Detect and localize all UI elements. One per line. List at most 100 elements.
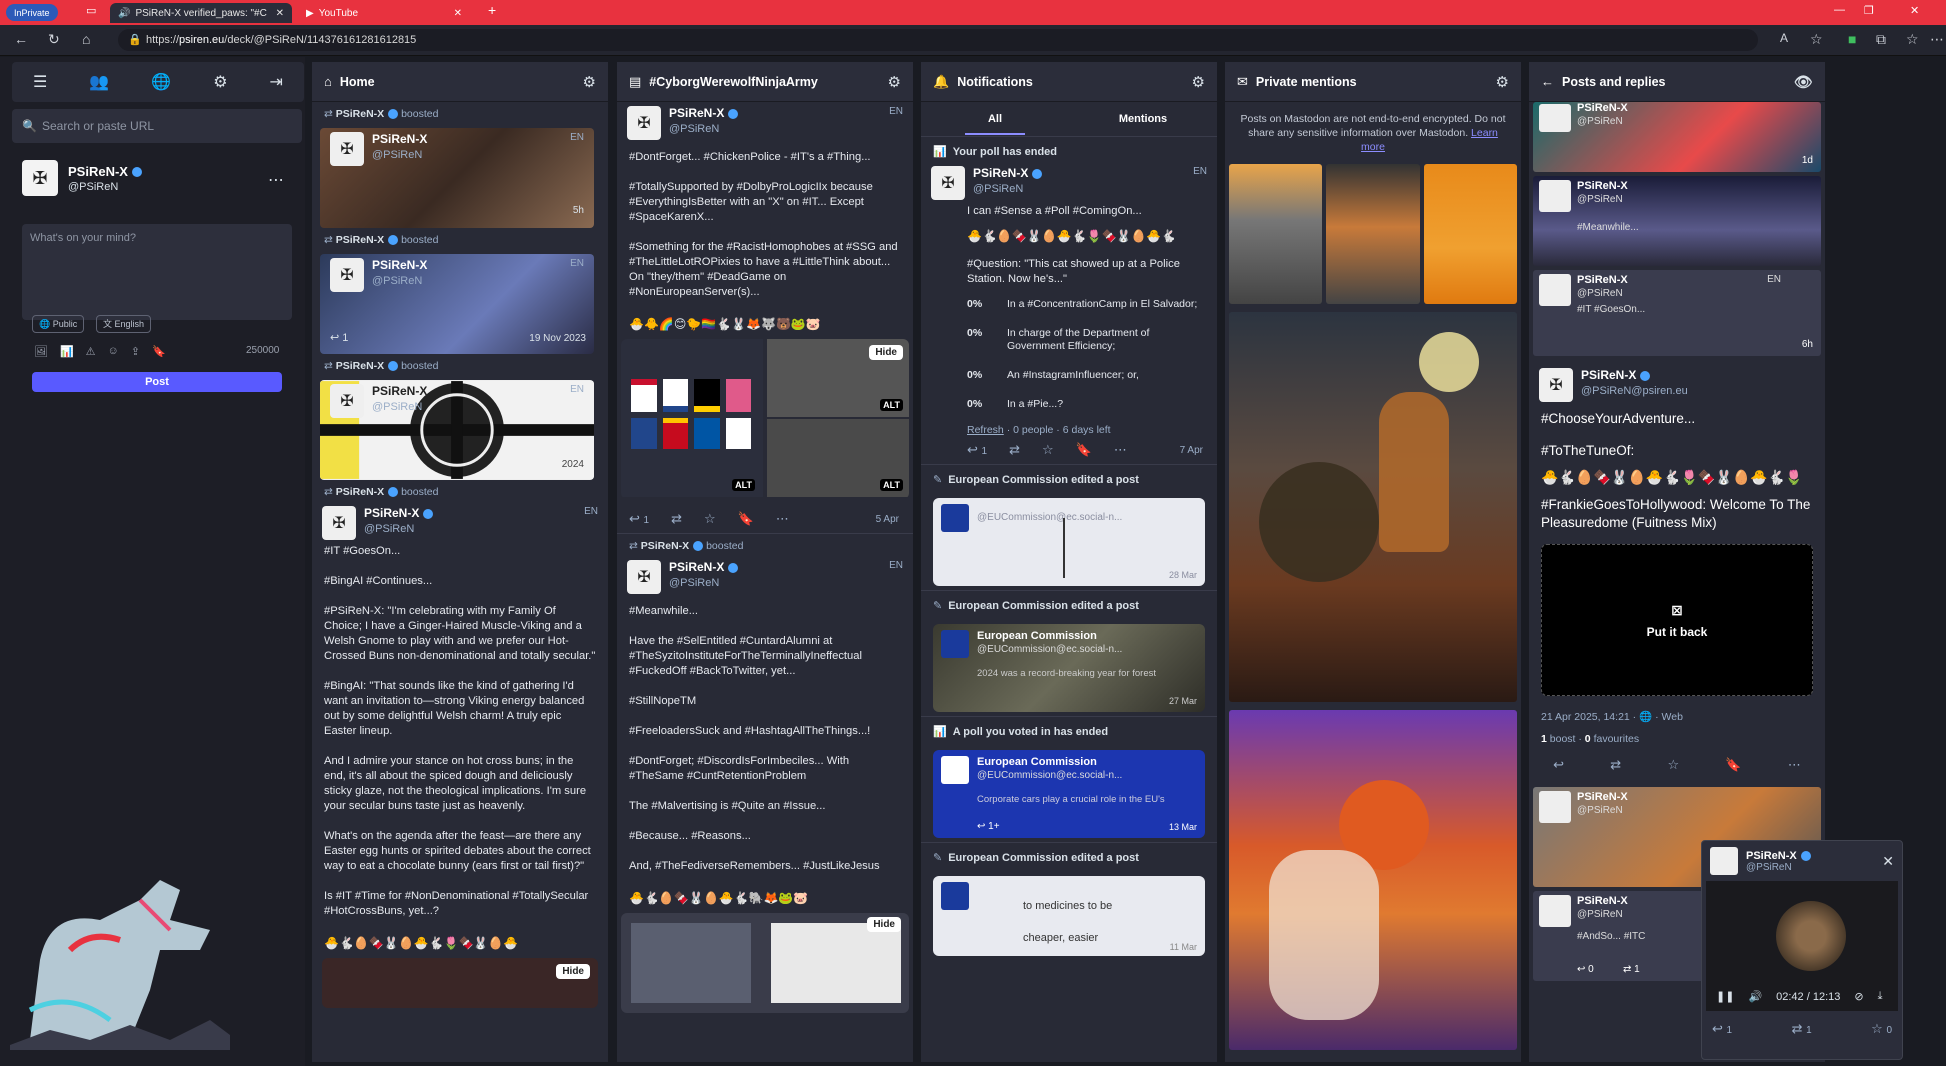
tab-psiren[interactable]: 🔊 PSiReN-X verified_paws: "#C ✕ xyxy=(110,3,292,23)
post-media[interactable]: Hide xyxy=(621,913,909,1013)
url-field[interactable]: 🔒 https://psiren.eu/deck/@PSiReN/1143761… xyxy=(118,29,1758,51)
hide-media-button[interactable]: Hide xyxy=(869,345,903,360)
robot-saint-image[interactable] xyxy=(1229,710,1517,1050)
orange-bear-image[interactable] xyxy=(1423,164,1517,304)
read-aloud-icon[interactable]: A xyxy=(1780,31,1788,45)
bookmark-icon[interactable]: 🔖 xyxy=(152,345,166,358)
tab-actions-icon[interactable]: ▭ xyxy=(86,4,96,17)
easter-scene-image[interactable] xyxy=(1229,312,1517,702)
maximize-icon[interactable]: ❐ xyxy=(1864,4,1874,17)
post-timestamp[interactable]: 5h xyxy=(573,205,584,216)
post-media-preview[interactable]: PSiReN-X @PSiReN 1d xyxy=(1533,102,1821,172)
bookmark-button[interactable]: 🔖 xyxy=(738,511,754,527)
avatar[interactable] xyxy=(1539,791,1571,823)
poll-option[interactable]: 0% In a #Pie...? xyxy=(921,395,1217,414)
emoji-icon[interactable]: ☺ xyxy=(108,345,119,358)
avatar[interactable] xyxy=(1710,847,1738,875)
poll-option[interactable]: 0% In charge of the Department of Governm… xyxy=(921,324,1217,356)
post-timestamp[interactable]: 2024 xyxy=(562,459,584,470)
extension-icon[interactable]: ■ xyxy=(1848,31,1856,47)
language-select[interactable]: 文 English xyxy=(96,315,152,333)
content-warning-icon[interactable]: ⚠ xyxy=(86,345,96,358)
close-window-icon[interactable]: ✕ xyxy=(1910,4,1919,17)
post-timestamp[interactable]: 19 Nov 2023 xyxy=(529,333,586,344)
pause-button[interactable]: ❚❚ xyxy=(1716,990,1734,1003)
favourite-button[interactable]: ☆ xyxy=(1042,442,1054,458)
visibility-select[interactable]: 🌐 Public xyxy=(32,315,85,333)
boost-button[interactable]: ⇄ xyxy=(671,511,682,527)
avatar[interactable] xyxy=(1539,274,1571,306)
menu-icon[interactable]: ☰ xyxy=(33,72,47,92)
reply-button[interactable]: ↩ xyxy=(1553,757,1564,773)
hide-media-button[interactable]: Hide xyxy=(867,917,901,932)
boost-button[interactable]: ⇄ xyxy=(1610,757,1621,773)
collections-icon[interactable]: ☆ xyxy=(1906,31,1919,48)
people-icon[interactable]: 👥 xyxy=(89,72,109,92)
boost-button[interactable]: ⇄ 1 xyxy=(1623,964,1640,975)
avatar[interactable]: ✠ xyxy=(627,106,661,140)
avatar[interactable] xyxy=(1539,180,1571,212)
download-icon[interactable]: ⤓ xyxy=(1878,990,1883,1003)
favourite-button[interactable]: ☆ 0 xyxy=(1871,1021,1892,1037)
alt-badge[interactable]: ALT xyxy=(880,399,903,411)
post-preview[interactable]: European Commission @EUCommission@ec.soc… xyxy=(933,750,1205,838)
poll-icon[interactable]: 📊 xyxy=(60,345,74,358)
tab-mentions[interactable]: Mentions xyxy=(1069,113,1217,125)
reply-button[interactable]: ↩ 1 xyxy=(629,511,649,527)
avatar[interactable]: ✠ xyxy=(1539,368,1573,402)
post-timestamp[interactable]: 7 Apr xyxy=(1180,445,1203,456)
wolf-pirate-image[interactable] xyxy=(1229,164,1323,304)
compose-textarea[interactable]: What's on your mind? xyxy=(22,224,292,320)
globe-icon[interactable]: 🌐 xyxy=(151,72,171,92)
more-button[interactable]: ⋯ xyxy=(1788,757,1801,773)
attach-media-icon[interactable]: 🖼 xyxy=(34,345,48,358)
post-media-grid[interactable]: ALT Hide ALT ALT xyxy=(621,339,909,499)
column-settings-icon[interactable]: ⚙ xyxy=(1192,73,1205,91)
post-media-preview[interactable]: PSiReN-X @PSiReN #Meanwhile... xyxy=(1533,176,1821,266)
reply-button[interactable]: ↩ 0 xyxy=(1577,964,1594,975)
profile-menu-icon[interactable]: ⋯ xyxy=(268,170,284,190)
reply-button[interactable]: ↩ 1 xyxy=(967,442,987,458)
new-tab-button[interactable]: + xyxy=(488,2,496,18)
extensions-puzzle-icon[interactable]: ⧉ xyxy=(1876,31,1886,48)
poll-refresh-link[interactable]: Refresh xyxy=(967,424,1004,436)
refresh-icon[interactable]: ↻ xyxy=(48,31,60,48)
column-settings-icon[interactable]: ⚙ xyxy=(583,73,596,91)
column-settings-icon[interactable]: ⚙ xyxy=(1496,73,1509,91)
post-media-preview[interactable]: ✠ PSiReN-X @PSiReN EN 2024 xyxy=(320,380,594,480)
bookmark-button[interactable]: 🔖 xyxy=(1725,757,1741,773)
close-tab-icon[interactable]: ✕ xyxy=(454,8,462,19)
volume-icon[interactable]: 🔊 xyxy=(1748,990,1762,1003)
logout-icon[interactable]: ⇥ xyxy=(270,72,283,92)
column-settings-icon[interactable]: ⚙ xyxy=(888,73,901,91)
reply-button[interactable]: ↩ 1 xyxy=(1712,1021,1732,1037)
more-icon[interactable]: ⋯ xyxy=(1930,31,1944,48)
post-preview[interactable]: European Commission @EUCommission@ec.soc… xyxy=(933,624,1205,712)
post-media-preview[interactable]: PSiReN-X @PSiReN #IT #GoesOn... EN 6h xyxy=(1533,270,1821,356)
share-icon[interactable]: ⇪ xyxy=(131,345,140,358)
put-back-placeholder[interactable]: ⊠ Put it back xyxy=(1541,544,1813,696)
post-timestamp[interactable]: 5 Apr xyxy=(876,514,899,525)
back-icon[interactable]: ← xyxy=(14,31,28,47)
search-input[interactable]: 🔍 Search or paste URL xyxy=(12,109,302,143)
reply-button[interactable]: ↩ 1 xyxy=(330,331,348,344)
alt-badge[interactable]: ALT xyxy=(732,479,755,491)
avatar[interactable]: ✠ xyxy=(322,506,356,540)
avatar[interactable] xyxy=(1539,895,1571,927)
avatar[interactable]: ✠ xyxy=(931,166,965,200)
more-button[interactable]: ⋯ xyxy=(1114,442,1127,458)
post-preview[interactable]: to medicines to be cheaper, easier 11 Ma… xyxy=(933,876,1205,956)
avatar[interactable]: ✠ xyxy=(22,160,58,196)
audio-visualizer[interactable]: ❚❚ 🔊 02:42 / 12:13 ⊘ ⤓ xyxy=(1706,881,1898,1011)
back-arrow-icon[interactable]: ← xyxy=(1541,74,1554,89)
profile-name[interactable]: PSiReN-X xyxy=(68,164,128,179)
inprivate-badge[interactable]: InPrivate xyxy=(6,4,58,21)
avatar[interactable] xyxy=(1539,104,1571,132)
reply-button[interactable]: ↩ 1+ xyxy=(977,821,1000,832)
minimize-icon[interactable]: — xyxy=(1834,4,1845,16)
settings-icon[interactable]: ⚙ xyxy=(213,72,227,92)
post-media-preview[interactable]: ✠ PSiReN-X @PSiReN EN 5h xyxy=(320,128,594,228)
poll-option[interactable]: 0% An #InstagramInfluencer; or, xyxy=(921,366,1217,385)
avatar[interactable]: ✠ xyxy=(330,258,364,292)
tab-youtube[interactable]: ▶ YouTube ✕ xyxy=(298,3,470,23)
